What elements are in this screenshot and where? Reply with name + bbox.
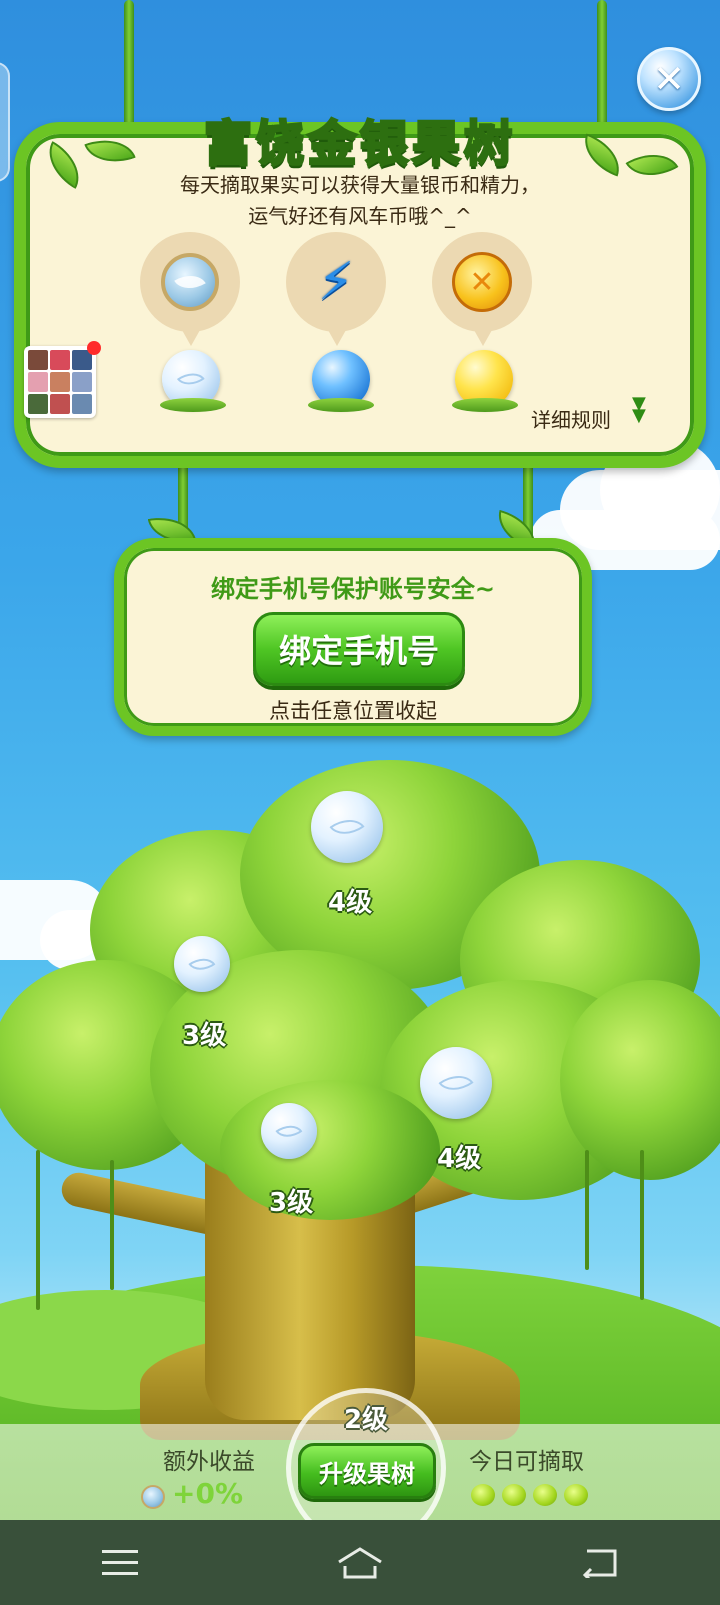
hanging-vine <box>36 1150 40 1310</box>
tree-fruit[interactable] <box>261 1103 317 1159</box>
close-icon: ✕ <box>653 57 685 101</box>
upgrade-tree-button-label: 升级果树 <box>319 1459 415 1488</box>
bonus-label: 额外收益 <box>163 1449 255 1475</box>
fruit-leaf-base <box>160 398 226 412</box>
menu-button[interactable] <box>60 1528 180 1598</box>
collapse-hint: 点击任意位置收起 <box>269 699 437 723</box>
upgrade-tree-button[interactable]: 升级果树 <box>298 1443 436 1499</box>
bonus-value: +0% <box>172 1477 243 1510</box>
silver-coin-icon <box>141 1485 165 1509</box>
reward-silver <box>140 232 240 346</box>
bind-phone-message: 绑定手机号保护账号安全~ <box>210 575 496 603</box>
rules-link[interactable]: 详细规则 <box>531 404 611 433</box>
description-line: 运气好还有风车币哦^_^ <box>248 204 472 228</box>
fruit-leaf-base <box>308 398 374 412</box>
system-nav-bar <box>0 1520 720 1605</box>
description-line: 每天摘取果实可以获得大量银币和精力， <box>180 173 540 197</box>
tree-foliage <box>220 1080 440 1220</box>
pick-fruit-icon <box>533 1484 557 1506</box>
home-button[interactable] <box>300 1528 420 1598</box>
bind-phone-button[interactable]: 绑定手机号 <box>253 612 465 686</box>
reward-windmill: ✕ <box>432 232 532 346</box>
windmill-coin-icon: ✕ <box>452 252 512 312</box>
pick-fruit-icon <box>471 1484 495 1506</box>
home-icon <box>338 1546 382 1578</box>
hanging-vine <box>110 1160 114 1290</box>
fruit-level-label: 4级 <box>437 1144 482 1174</box>
energy-bolt-icon: ⚡ <box>317 252 355 312</box>
fruit-leaf-base <box>452 398 518 412</box>
back-button[interactable] <box>540 1528 660 1598</box>
tree-level: 2级 <box>343 1405 389 1435</box>
menu-icon <box>102 1549 138 1575</box>
pick-fruit-icon <box>502 1484 526 1506</box>
page-title: 富饶金银果树 <box>202 115 516 174</box>
avatar[interactable] <box>24 346 96 418</box>
pick-fruit-icon <box>564 1484 588 1506</box>
reward-energy: ⚡ <box>286 232 386 346</box>
panel-description: 每天摘取果实可以获得大量银币和精力， 运气好还有风车币哦^_^ <box>60 170 660 232</box>
hanging-vine <box>640 1150 644 1300</box>
tree-fruit[interactable] <box>420 1047 492 1119</box>
fruit-level-label: 4级 <box>328 888 373 918</box>
silver-coin-icon <box>161 253 219 311</box>
hanging-vine <box>585 1150 589 1270</box>
close-button[interactable]: ✕ <box>637 47 701 111</box>
notification-dot <box>87 341 101 355</box>
tree-fruit[interactable] <box>174 936 230 992</box>
pick-label: 今日可摘取 <box>469 1449 584 1475</box>
fruit-level-label: 3级 <box>269 1188 314 1218</box>
game-scene: ✕ 富饶金银果树 每天摘取果实可以获得大量银币和精力， 运气好还有风车币哦^_^… <box>0 0 720 1605</box>
bind-phone-button-label: 绑定手机号 <box>278 632 439 670</box>
fruit-level-label: 3级 <box>182 1021 227 1051</box>
tree-fruit[interactable] <box>311 791 383 863</box>
back-icon <box>582 1549 617 1578</box>
chevron-down-icon[interactable]: ▼ ▼ <box>632 395 646 425</box>
